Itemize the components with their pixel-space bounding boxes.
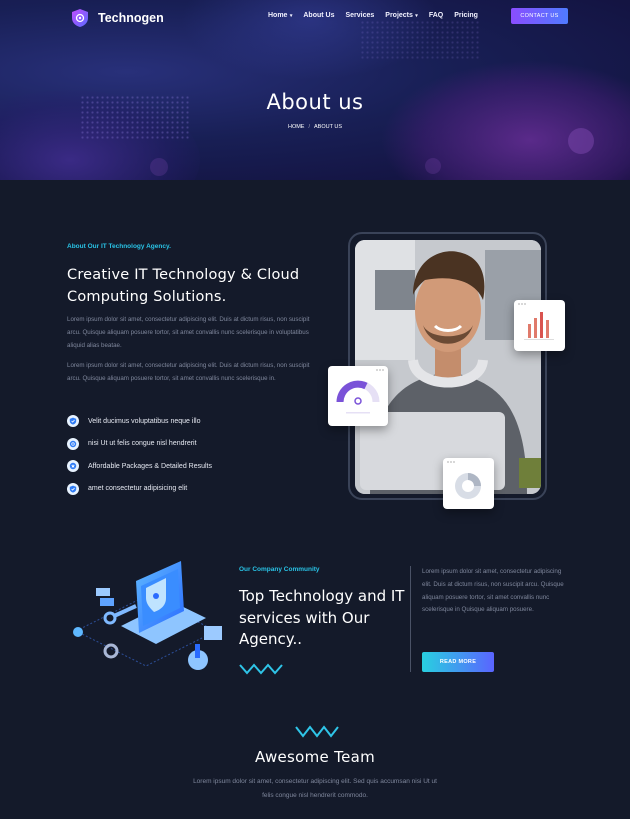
gauge-card — [328, 366, 388, 426]
nav-faq[interactable]: FAQ — [429, 12, 443, 19]
breadcrumb-home[interactable]: HOME — [288, 124, 305, 130]
zigzag-divider-icon — [239, 663, 283, 675]
pie-chart-icon — [447, 461, 481, 499]
nav-label: Projects — [385, 12, 413, 19]
contact-us-button[interactable]: CONTACT US — [511, 8, 568, 24]
vertical-divider — [410, 566, 411, 672]
community-subtitle: Our Company Community — [239, 566, 320, 573]
gauge-icon — [336, 369, 384, 414]
community-paragraph: Lorem ipsum dolor sit amet, consectetur … — [422, 568, 564, 614]
nav-projects[interactable]: Projects ▾ — [385, 12, 418, 19]
feature-list: Velit ducimus voluptatibus neque illo ni… — [67, 410, 212, 500]
hero-dot-pattern — [360, 20, 480, 60]
bar-chart-icon — [518, 303, 554, 340]
main-nav: Home ▾ About Us Services Projects ▾ FAQ … — [268, 12, 489, 19]
zigzag-divider-icon — [295, 725, 339, 738]
nav-label: Home — [268, 12, 288, 19]
nav-pricing[interactable]: Pricing — [454, 12, 478, 19]
gear-badge-icon — [67, 437, 79, 450]
shield-logo-icon — [72, 9, 88, 27]
brand-logo[interactable]: Technogen — [70, 8, 164, 28]
breadcrumb-current: ABOUT US — [314, 124, 343, 130]
feature-label: nisi Ut ut felis congue nisl hendrerit — [88, 440, 197, 448]
nav-label: About Us — [303, 12, 335, 19]
team-paragraph: Lorem ipsum dolor sit amet, consectetur … — [193, 778, 437, 799]
feature-item: nisi Ut ut felis congue nisl hendrerit — [67, 433, 212, 456]
feature-label: Velit ducimus voluptatibus neque illo — [88, 417, 201, 425]
chevron-down-icon: ▾ — [413, 13, 418, 19]
breadcrumb-separator: / — [308, 124, 310, 130]
team-heading: Awesome Team — [255, 748, 375, 766]
pie-chart-card — [443, 458, 494, 509]
hero-wave-right — [380, 60, 630, 180]
nav-label: FAQ — [428, 12, 444, 19]
bar-chart-card — [514, 300, 565, 351]
about-paragraph: Lorem ipsum dolor sit amet, consectetur … — [67, 362, 310, 382]
feature-label: amet consectetur adipisicing elit — [88, 485, 188, 493]
hero-decor-circle — [425, 158, 441, 174]
nav-services[interactable]: Services — [345, 12, 374, 19]
hero-decor-circle — [150, 158, 168, 176]
hero-decor-circle — [568, 128, 594, 154]
chevron-down-icon: ▾ — [288, 13, 293, 19]
feature-item: Affordable Packages & Detailed Results — [67, 455, 212, 478]
community-heading: Top Technology and IT services with Our … — [239, 587, 405, 648]
nav-label: Pricing — [454, 12, 478, 19]
feature-label: Affordable Packages & Detailed Results — [88, 462, 212, 470]
page-header-hero: Technogen Home ▾ About Us Services Proje… — [0, 0, 630, 180]
about-subtitle: About Our IT Technology Agency. — [67, 243, 171, 250]
isometric-security-illustration — [66, 556, 231, 681]
feature-item: Velit ducimus voluptatibus neque illo — [67, 410, 212, 433]
brand-name: Technogen — [98, 11, 164, 25]
page-title: About us — [266, 90, 364, 114]
breadcrumb: HOME / ABOUT US — [0, 124, 630, 130]
about-paragraph: Lorem ipsum dolor sit amet, consectetur … — [67, 316, 310, 349]
nav-home[interactable]: Home ▾ — [268, 12, 292, 19]
about-heading: Creative IT Technology & Cloud Computing… — [67, 267, 300, 305]
read-more-button[interactable]: READ MORE — [422, 652, 494, 672]
feature-item: amet consectetur adipisicing elit — [67, 478, 212, 501]
shield-check-icon — [67, 482, 79, 495]
nav-label: Services — [345, 12, 375, 19]
nav-about[interactable]: About Us — [303, 12, 334, 19]
shield-check-icon — [67, 415, 79, 428]
star-badge-icon — [67, 460, 79, 473]
